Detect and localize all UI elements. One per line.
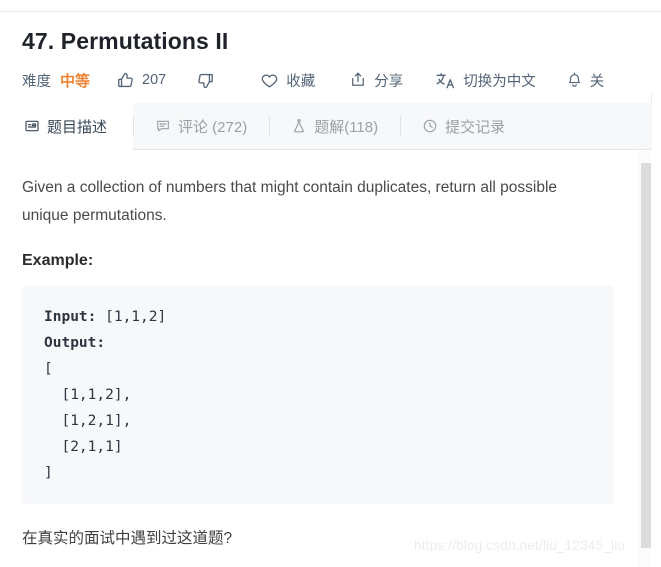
code-output-label: Output: (44, 335, 106, 351)
notify-label: 关注 (589, 73, 604, 90)
interview-question-text: 在真实的面试中遇到过这道题? (22, 530, 233, 547)
notify-button[interactable]: 关注 (566, 70, 604, 91)
difficulty-label: 难度 (22, 73, 51, 90)
upvote-button[interactable]: 207 (116, 71, 166, 90)
share-label: 分享 (374, 73, 404, 90)
code-input-value: [1,1,2] (96, 309, 167, 325)
share-button[interactable]: 分享 (349, 70, 403, 91)
code-input-label: Input: (44, 309, 97, 325)
comment-icon (155, 118, 171, 134)
flask-icon (291, 118, 307, 134)
example-heading: Example: (22, 252, 94, 269)
description-icon (24, 118, 40, 134)
problem-header: 47. Permutations II 难度 中等 207 收藏 分享 切换为中… (0, 12, 652, 94)
example-code-block: Input: [1,1,2] Output: [ [1,1,2], [1,2,1… (22, 286, 614, 504)
tab-comments[interactable]: 评论 (272) (133, 103, 269, 149)
difficulty-value: 中等 (60, 72, 91, 90)
thumbs-up-icon (116, 71, 135, 90)
tab-description[interactable]: 题目描述 (0, 103, 134, 150)
problem-meta-bar: 难度 中等 207 收藏 分享 切换为中文 关 (0, 56, 652, 94)
problem-page: 47. Permutations II 难度 中等 207 收藏 分享 切换为中… (0, 0, 661, 567)
downvote-button[interactable] (196, 71, 222, 90)
upvote-count: 207 (142, 72, 167, 88)
translate-icon (435, 71, 456, 90)
tab-list: 题目描述 评论 (272) 题解(118) 提交记录 (0, 103, 652, 150)
translate-label: 切换为中文 (463, 73, 536, 90)
thumbs-down-icon (196, 71, 215, 90)
favorite-label: 收藏 (286, 73, 316, 90)
tab-submissions[interactable]: 提交记录 (400, 103, 527, 149)
description-content: Given a collection of numbers that might… (0, 150, 652, 552)
translate-button[interactable]: 切换为中文 (435, 70, 536, 91)
code-output-value: [ [1,1,2], [1,2,1], [2,1,1] ] (44, 361, 132, 481)
favorite-button[interactable]: 收藏 (260, 70, 315, 91)
clock-icon (422, 118, 438, 134)
bell-icon (566, 71, 583, 89)
heart-icon (260, 71, 279, 90)
content-scrollbar-thumb[interactable] (641, 163, 651, 548)
problem-description: Given a collection of numbers that might… (22, 179, 558, 224)
tab-label: 提交记录 (445, 118, 506, 136)
tab-solutions[interactable]: 题解(118) (269, 103, 400, 149)
example-code: Input: [1,1,2] Output: [ [1,1,2], [1,2,1… (44, 304, 614, 486)
share-icon (349, 71, 367, 89)
tab-label: 题解(118) (314, 118, 379, 136)
tab-label: 评论 (272) (178, 118, 248, 136)
tab-bar: 题目描述 评论 (272) 题解(118) 提交记录 (0, 103, 652, 150)
description-panel: Given a collection of numbers that might… (0, 150, 652, 567)
difficulty-group: 难度 中等 (22, 70, 90, 91)
tab-label: 题目描述 (47, 118, 108, 136)
page-title: 47. Permutations II (22, 28, 229, 54)
